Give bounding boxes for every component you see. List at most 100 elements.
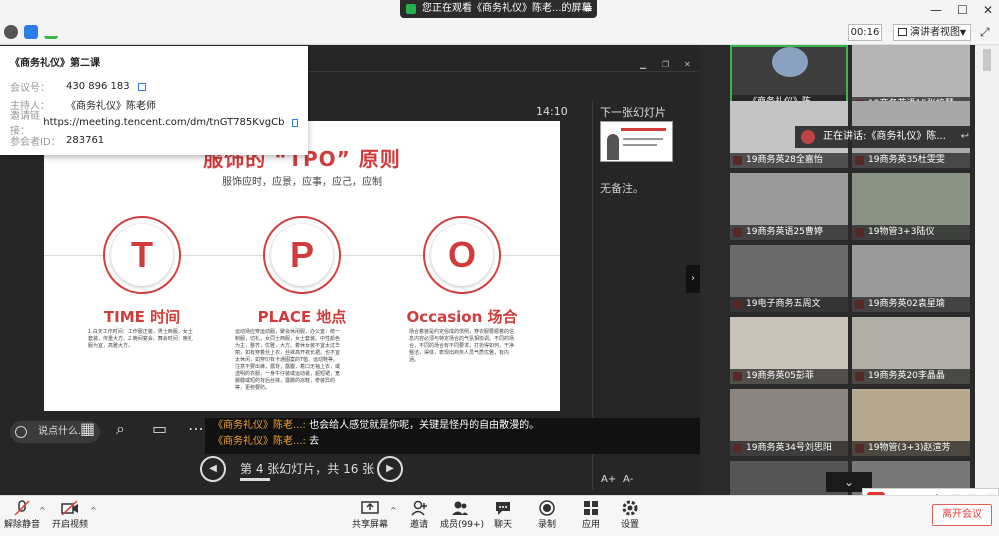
start-video-button[interactable]: 开启视频 [52,496,88,536]
host-name: 《商务礼仪》陈老师 [66,100,156,112]
next-slide-button[interactable]: ▶ [377,456,403,482]
copy-icon[interactable] [137,83,146,91]
bottom-toolbar: 解除静音 ^ 开启视频 ^ 共享屏幕 ^ 邀请 成员(99+) 聊天 录制 应用… [0,495,999,536]
video-tile[interactable]: 19商务英05彭菲 [730,317,848,384]
letter-p: P [271,224,333,286]
participant-name: 19商务英20李晶晶 [852,369,970,384]
leave-meeting-button[interactable]: 离开会议 [932,504,992,526]
thumb-title-bar [621,128,666,131]
video-tile[interactable]: 19物管(3+3)赵渲芳 [852,389,970,456]
video-tile[interactable]: 19物管3+3陆仪 [852,173,970,240]
record-icon [538,500,556,516]
chat-button[interactable]: 聊天 [490,496,516,536]
top-bar: 您正在观看《商务礼仪》陈老...的屏幕 ≡ — ☐ ✕ 00:16 演讲者视图 … [0,0,999,45]
chevron-up-icon[interactable]: ^ [39,506,46,515]
slides-grid-icon[interactable]: ▦ [80,419,95,438]
minimize-icon[interactable]: ▁ [640,60,646,69]
share-banner[interactable]: 您正在观看《商务礼仪》陈老...的屏幕 ≡ [400,0,597,18]
camera-off-icon [61,500,79,516]
column-text-time: 1.白天工作时间：工作服正装，男士西服，女士套装，传重大方。2.晚间宴会、舞会时… [88,329,193,349]
previous-slide-button[interactable]: ◀ [200,456,226,482]
members-label: 成员(99+) [440,520,485,530]
apps-button[interactable]: 应用 [578,496,604,536]
participant-id: 283761 [66,134,105,146]
panel-scrollbar[interactable] [975,45,999,495]
meeting-id: 430 896 183 [66,80,130,92]
participant-name: 19商务英34号刘思阳 [730,441,848,456]
letter-t: T [111,224,173,286]
meeting-title: 《商务礼仪》第二课 [10,58,100,69]
invite-button[interactable]: 邀请 [405,496,433,536]
view-mode-dropdown[interactable]: 演讲者视图 ▼ [893,24,971,41]
avatar [772,47,808,77]
invite-label: 邀请 [409,520,428,530]
chat-message: 《商务礼仪》陈老...: 去 [205,434,700,450]
chat-text: 也会给人感觉就是你呢，关键是怪丹的自由散漫的。 [309,420,540,431]
scrollbar-thumb[interactable] [983,49,991,71]
record-label: 录制 [537,520,556,530]
column-heading-place: PLACE 地点 [257,308,347,326]
settings-button[interactable]: 设置 [617,496,643,536]
invite-link[interactable]: https://meeting.tencent.com/dm/tnGT785Kv… [43,117,284,128]
menu-icon[interactable]: ≡ [584,0,593,18]
font-decrease-icon[interactable]: A- [623,474,633,485]
minimize-icon[interactable]: — [930,3,942,17]
close-icon[interactable]: ✕ [684,60,691,69]
screen-pen-icon[interactable]: ▭ [152,419,167,438]
restore-icon[interactable]: ❐ [662,60,669,69]
next-slide-thumbnail[interactable] [600,121,673,162]
video-tile[interactable]: 19电子商务五周文 [730,245,848,312]
participant-name: 19物管3+3陆仪 [852,225,970,240]
members-button[interactable]: 成员(99+) [440,496,485,536]
participant-name: 19商务英28全嘉怡 [730,153,848,168]
maximize-icon[interactable]: ☐ [957,3,968,17]
video-tile[interactable]: 19商务英34号刘思阳 [730,389,848,456]
info-row-host: 主持人： 《商务礼仪》陈老师 [10,95,298,113]
column-heading-occasion: Occasion 场合 [406,308,518,326]
chevron-up-icon[interactable]: ^ [90,506,97,515]
meeting-info-card: 《商务礼仪》第二课 会议号： 430 896 183 主持人： 《商务礼仪》陈老… [0,46,308,155]
font-increase-icon[interactable]: A+ [601,474,616,485]
chat-icon [494,500,512,516]
letter-circle-t: T [103,216,181,294]
info-row-meeting-id: 会议号： 430 896 183 [10,77,298,95]
participant-name: 19商务英05彭菲 [730,369,848,384]
presenter-figure [607,134,619,160]
chevron-down-icon: ▼ [959,28,966,37]
current-slide: 服饰的 “TPO” 原则 服饰应时，应景，应事，应己，应制 T P O TIME… [44,121,560,411]
letter-circle-p: P [263,216,341,294]
column-text-occasion: 场合着装是约定俗成的惯例，穿衣服要顺着的信息内容必须与特定场合的气氛相协调。不同… [409,329,515,363]
info-icon[interactable] [4,25,18,39]
record-button[interactable]: 录制 [534,496,560,536]
magnifier-icon[interactable]: ⌕ [116,419,125,439]
signal-icon[interactable] [44,25,58,39]
next-slide-label: 下一张幻灯片 [600,106,666,119]
invite-icon [410,500,428,516]
close-icon[interactable]: ✕ [983,3,993,17]
thumb-line [623,144,657,146]
video-tile[interactable]: 19商务英20李晶晶 [852,317,970,384]
chat-message: 《商务礼仪》陈老...: 也会给人感觉就是你呢，关键是怪丹的自由散漫的。 [205,418,700,434]
meeting-timer: 00:16 [848,24,882,41]
more-icon[interactable]: ⋯ [188,419,204,438]
slide-navigation: ◀ 第 4 张幻灯片，共 16 张 ▶ [200,456,410,482]
info-key: 会议号： [10,82,50,94]
video-tile[interactable]: 19商务英02袁星瑜 [852,245,970,312]
copy-icon[interactable] [292,119,298,127]
unmute-button[interactable]: 解除静音 [4,496,40,536]
fullscreen-icon[interactable]: ⤢ [980,25,990,40]
collapse-panel-icon[interactable]: › [686,265,700,293]
letter-circle-o: O [423,216,501,294]
view-mode-label: 演讲者视图 [910,27,960,38]
share-screen-button[interactable]: 共享屏幕 [352,496,388,536]
video-tile[interactable]: 19商务英语25曹婷 [730,173,848,240]
column-text-place: 运动场应穿运动服，聚会休闲服，办公室：统一制服，切礼，女同士西服，女士套装。中性… [235,329,341,391]
chevron-up-icon[interactable]: ^ [390,506,397,515]
chat-label: 聊天 [493,520,512,530]
share-screen-icon [361,500,379,516]
slide-subtitle: 服饰应时，应景，应事，应己，应制 [222,177,382,188]
share-banner-text: 您正在观看《商务礼仪》陈老...的屏幕 [422,3,592,14]
shield-icon[interactable] [24,25,38,39]
emoji-icon[interactable] [15,426,27,438]
back-icon[interactable]: ↩ [961,126,969,148]
